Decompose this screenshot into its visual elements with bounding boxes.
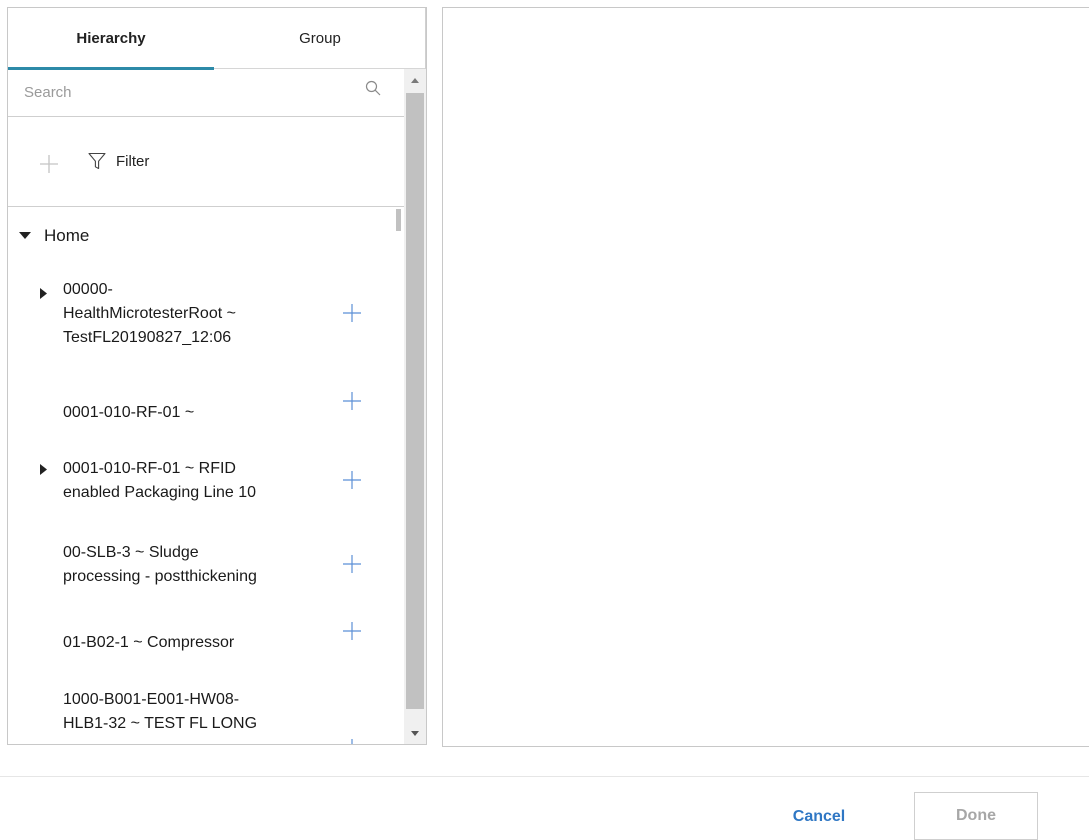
tree-item-label: 00-SLB-3 ~ Sludge processing - postthick… [63,541,333,589]
add-icon[interactable] [343,555,361,573]
tab-group[interactable]: Group [214,8,426,69]
search-icon[interactable] [365,80,381,96]
tree-item-label-line: HLB1-32 ~ TEST FL LONG [63,715,258,732]
tree-item-label-line: 0001-010-RF-01 ~ [63,404,195,421]
search-input[interactable] [8,69,368,115]
tree-item-label-line: processing - postthickening [63,568,257,585]
tree-item-label-line: enabled Packaging Line 10 [63,484,257,501]
tree-item-label-line: 00-SLB-3 ~ Sludge [63,544,199,561]
tree-item[interactable]: 0001-010-RF-01 ~ RFID enabled Packaging … [8,451,404,523]
tree-item[interactable]: 1000-B001-E001-HW08- HLB1-32 ~ TEST FL L… [8,683,404,744]
add-icon[interactable] [343,471,361,489]
scroll-up-icon [411,77,419,83]
tree-item-label: 0001-010-RF-01 ~ RFID enabled Packaging … [63,457,333,505]
tree-item[interactable]: 0001-010-RF-01 ~ [8,387,404,435]
vertical-scrollbar[interactable] [404,69,426,744]
scroll-up-button[interactable] [404,69,426,91]
search-row [8,69,404,117]
tab-divider [425,8,426,69]
add-icon[interactable] [343,622,361,640]
tree-item-label-line: HealthMicrotesterRoot ~ [63,305,236,322]
filter-button[interactable]: Filter [88,147,149,175]
tree-item[interactable]: 00-SLB-3 ~ Sludge processing - postthick… [8,535,404,607]
add-icon[interactable] [39,154,59,174]
add-icon[interactable] [343,304,361,322]
scroll-down-icon [411,730,419,736]
tree-item-label-line: 1000-B001-E001-HW08- [63,691,240,708]
hierarchy-scroll-area: Filter Home 00000- Healt [8,69,404,744]
hierarchy-toolbar: Filter [8,117,404,207]
done-button[interactable]: Done [914,792,1038,840]
scroll-thumb[interactable] [406,93,424,709]
tree-item-label: 01-B02-1 ~ Compressor [63,631,333,655]
tab-hierarchy[interactable]: Hierarchy [8,8,214,70]
filter-icon [88,152,106,170]
hierarchy-tree: Home 00000- HealthMicrotesterRoot ~ Test… [8,207,404,744]
filter-label: Filter [116,152,150,170]
add-icon[interactable] [343,392,361,410]
cancel-button[interactable]: Cancel [773,798,865,836]
tree-item-label-line: TestFL20190827_12:06 [63,329,232,346]
tree-item-label-line: 00000- [63,281,113,298]
footer-divider [0,776,1089,777]
tab-bar: Hierarchy Group [8,8,426,70]
tree-item-label: 00000- HealthMicrotesterRoot ~ TestFL201… [63,278,333,350]
caret-right-icon[interactable] [40,288,47,299]
tree-item-label-line: 01-B02-1 ~ Compressor [63,634,235,651]
tree-item-label-line: 0001-010-RF-01 ~ RFID [63,460,236,477]
hierarchy-panel: Hierarchy Group Search Filter Home 00000… [7,7,427,745]
scroll-down-button[interactable] [404,722,426,744]
hierarchy-dialog: Hierarchy Group Search Filter Home 00000… [0,0,1089,840]
tree-item-label: 1000-B001-E001-HW08- HLB1-32 ~ TEST FL L… [63,688,333,736]
tree-item[interactable]: 01-B02-1 ~ Compressor [8,617,404,665]
tree-root-label: Home [44,226,90,245]
tree-item-label: 0001-010-RF-01 ~ [63,401,333,425]
caret-down-icon[interactable] [19,232,31,240]
caret-right-icon[interactable] [40,464,47,475]
tree-scroll-thumb[interactable] [396,209,401,231]
add-icon[interactable] [343,739,361,744]
tree-root-home[interactable]: Home [8,221,89,251]
tree-item[interactable]: 00000- HealthMicrotesterRoot ~ TestFL201… [8,269,404,365]
detail-panel [442,7,1089,747]
